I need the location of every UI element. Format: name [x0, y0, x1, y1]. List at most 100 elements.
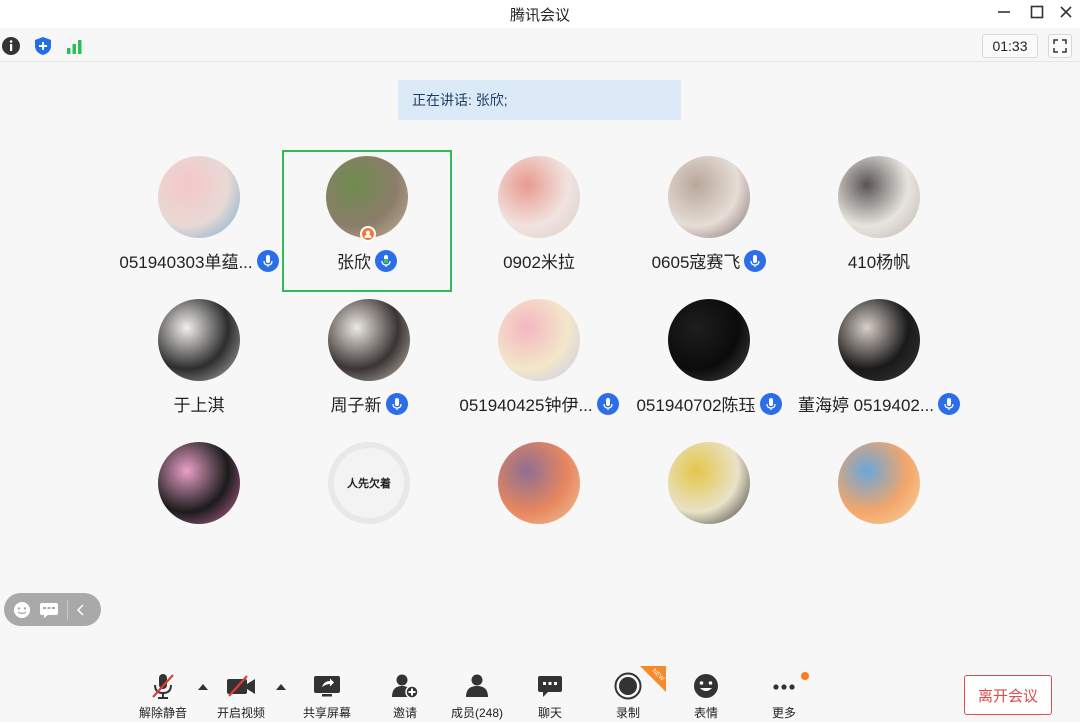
participant-tile[interactable]: 051940702陈珏 — [624, 293, 794, 435]
participant-tile[interactable] — [454, 436, 624, 578]
window-title: 腾讯会议 — [509, 7, 570, 24]
record-icon — [614, 672, 642, 700]
participant-tile[interactable]: 410杨帆 — [794, 150, 964, 292]
fullscreen-icon — [1053, 39, 1067, 53]
participant-tile[interactable]: 051940303单蕴... — [114, 150, 284, 292]
mic-icon — [596, 392, 619, 415]
participant-name: 于上淇 — [173, 396, 225, 415]
participant-name: 051940425钟伊... — [459, 396, 593, 415]
participant-name-row: 0605寇赛飞 — [624, 248, 794, 273]
participant-tile[interactable] — [624, 436, 794, 578]
network-signal-button[interactable] — [64, 35, 86, 57]
participant-tile[interactable]: 董海婷 0519402... — [794, 293, 964, 435]
minimize-button[interactable] — [986, 0, 1022, 24]
participant-avatar — [668, 442, 750, 524]
participant-avatar — [668, 299, 750, 381]
speaking-notice: 正在讲话: 张欣; — [398, 80, 681, 120]
more-dots-icon — [770, 672, 798, 700]
participant-name-row: 051940303单蕴... — [114, 248, 284, 273]
audio-options-caret[interactable] — [198, 684, 208, 690]
chevron-left-icon[interactable] — [76, 603, 86, 617]
participant-tile[interactable] — [114, 436, 284, 578]
fullscreen-button[interactable] — [1048, 34, 1072, 58]
participant-avatar — [838, 156, 920, 238]
mic-muted-icon — [150, 672, 176, 700]
emoji-icon[interactable] — [13, 601, 31, 619]
signal-bars-icon — [67, 40, 82, 54]
divider — [67, 599, 68, 620]
participant-tile[interactable]: 0605寇赛飞 — [624, 150, 794, 292]
maximize-icon — [1030, 5, 1044, 19]
title-bar: 腾讯会议 — [0, 0, 1080, 28]
participant-tile[interactable]: 于上淇 — [114, 293, 284, 435]
invite-button[interactable]: 邀请 — [372, 672, 438, 721]
close-button[interactable] — [1048, 0, 1080, 24]
avatar-text: 人先欠着 — [347, 478, 391, 490]
participant-avatar — [838, 442, 920, 524]
participant-name-row: 张欣 — [284, 248, 450, 273]
meeting-timer: 01:33 — [982, 34, 1038, 58]
info-icon — [2, 37, 20, 55]
members-icon — [463, 672, 491, 700]
video-options-caret[interactable] — [276, 684, 286, 690]
participant-avatar — [668, 156, 750, 238]
add-user-icon — [391, 672, 419, 700]
chat-button[interactable]: 聊天 — [517, 672, 583, 721]
reactions-button[interactable]: 表情 — [673, 672, 739, 721]
smile-icon — [692, 672, 720, 700]
participant-tile[interactable]: 周子新 — [284, 293, 454, 435]
share-screen-button[interactable]: 共享屏幕 — [294, 672, 360, 721]
participant-name: 410杨帆 — [847, 253, 911, 272]
shield-icon — [35, 37, 51, 55]
mic-icon — [938, 392, 961, 415]
leave-meeting-button[interactable]: 离开会议 — [964, 675, 1052, 715]
participant-tile[interactable]: 0902米拉 — [454, 150, 624, 292]
mic-icon — [385, 392, 408, 415]
mic-icon — [759, 392, 782, 415]
participant-avatar — [498, 156, 580, 238]
participant-name-row: 0902米拉 — [454, 248, 624, 273]
share-screen-icon — [313, 672, 341, 700]
participant-name-row: 410杨帆 — [794, 248, 964, 273]
chat-bubble-icon[interactable] — [39, 601, 59, 619]
participant-avatar — [838, 299, 920, 381]
mic-icon — [256, 249, 279, 272]
participant-tile[interactable]: 人先欠着 — [284, 436, 454, 578]
camera-off-icon — [226, 672, 256, 700]
floating-reaction-bar — [4, 593, 101, 626]
participant-tile[interactable]: 张欣 — [282, 150, 452, 292]
security-button[interactable] — [32, 35, 54, 57]
host-badge-icon — [360, 226, 376, 242]
chat-icon — [536, 672, 564, 700]
participant-avatar — [328, 299, 410, 381]
participant-name-row: 董海婷 0519402... — [794, 391, 964, 416]
unmute-button[interactable]: 解除静音 — [130, 672, 196, 721]
new-tag-badge: NEW — [640, 666, 666, 692]
participant-name-row: 于上淇 — [114, 391, 284, 416]
start-video-button[interactable]: 开启视频 — [208, 672, 274, 721]
participant-name: 周子新 — [330, 396, 382, 415]
participant-avatar — [498, 442, 580, 524]
info-button[interactable] — [0, 35, 22, 57]
more-notification-dot — [801, 672, 809, 680]
participant-name: 董海婷 0519402... — [797, 396, 935, 415]
participant-avatar: 人先欠着 — [328, 442, 410, 524]
participant-avatar — [158, 299, 240, 381]
minimize-icon — [998, 11, 1010, 13]
participant-name: 0605寇赛飞 — [651, 253, 741, 272]
close-icon — [1060, 6, 1072, 18]
participant-avatar — [158, 442, 240, 524]
participant-name-row: 051940425钟伊... — [454, 391, 624, 416]
participant-name: 051940702陈珏 — [636, 396, 756, 415]
participant-avatar — [498, 299, 580, 381]
participant-name-row: 051940702陈珏 — [624, 391, 794, 416]
members-button[interactable]: 成员(248) — [444, 672, 510, 721]
mic-speaking-icon — [375, 249, 397, 272]
participant-name: 0902米拉 — [503, 253, 575, 272]
participant-tile[interactable] — [794, 436, 964, 578]
participant-name: 051940303单蕴... — [119, 253, 253, 272]
participant-avatar — [158, 156, 240, 238]
participant-name-row: 周子新 — [284, 391, 454, 416]
mic-icon — [744, 249, 767, 272]
participant-tile[interactable]: 051940425钟伊... — [454, 293, 624, 435]
